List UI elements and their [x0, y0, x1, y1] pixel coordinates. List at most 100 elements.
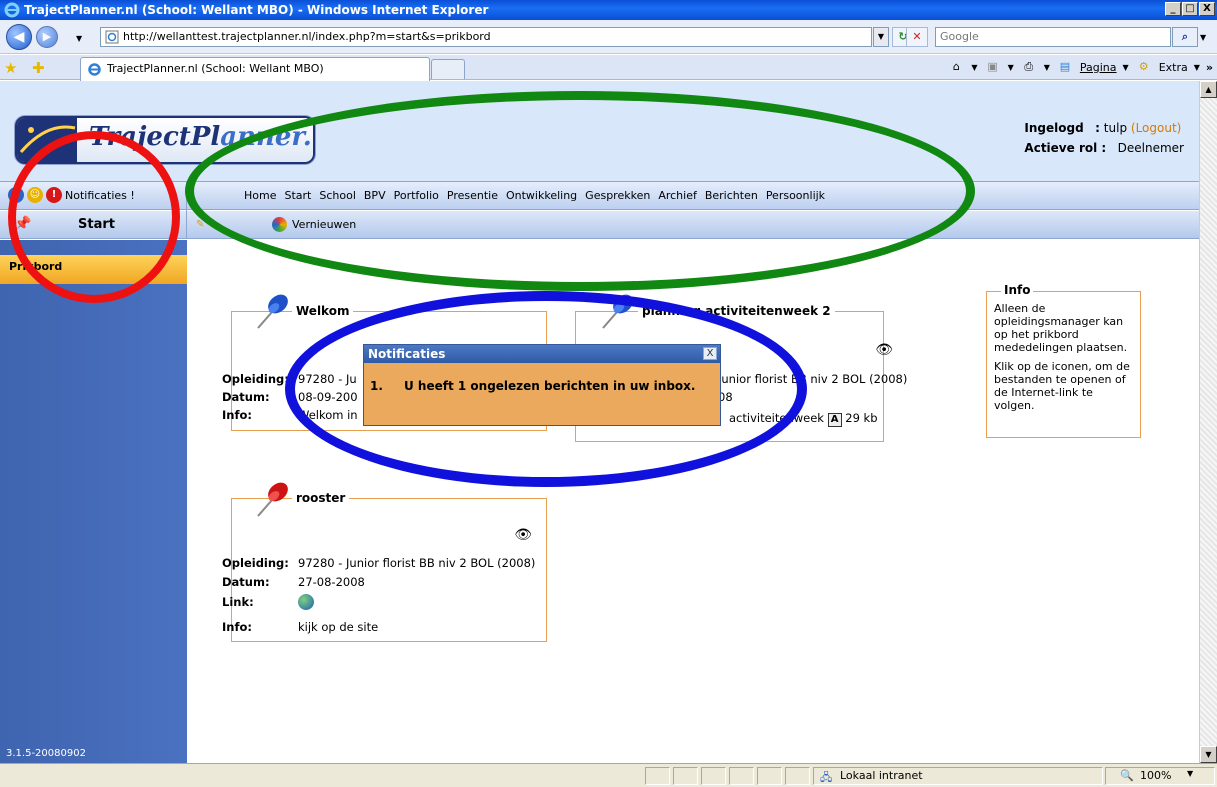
menu-archief[interactable]: Archief — [658, 189, 697, 202]
zoom-icon: 🔍 — [1120, 769, 1134, 782]
logout-link[interactable]: (Logout) — [1131, 121, 1181, 135]
scroll-down-button[interactable]: ▼ — [1200, 746, 1217, 763]
close-window-button[interactable]: X — [1199, 2, 1215, 16]
sidebar: Prikbord 3.1.5-20080902 — [0, 240, 187, 763]
page-menu-icon: ▤ — [1059, 60, 1071, 73]
card-file: activiteitenweek A 29 kb — [729, 411, 878, 427]
action-icon[interactable]: ✎ — [196, 219, 204, 230]
search-options-icon[interactable]: ▼ — [1200, 33, 1206, 42]
menu-start[interactable]: Start — [284, 189, 311, 202]
print-dropdown-icon[interactable]: ▼ — [1044, 63, 1050, 72]
feeds-dropdown-icon[interactable]: ▼ — [1008, 63, 1014, 72]
address-input[interactable]: http://wellanttest.trajectplanner.nl/ind… — [100, 27, 872, 47]
menu-bar: Home Start School BPV Portfolio Presenti… — [244, 189, 825, 202]
vertical-scrollbar[interactable]: ▲ ▼ — [1199, 81, 1217, 763]
trajectplanner-logo[interactable]: TrajectPlanner.nl — [15, 116, 315, 164]
status-cell — [673, 767, 698, 785]
menu-berichten[interactable]: Berichten — [705, 189, 758, 202]
search-input[interactable]: Google — [935, 27, 1171, 47]
feeds-icon[interactable]: ▣ — [984, 58, 1002, 76]
status-cell — [645, 767, 670, 785]
forward-button[interactable]: ▶ — [36, 26, 58, 48]
users-icon[interactable]: ☺ — [27, 187, 43, 203]
logo-swoosh-icon — [19, 125, 76, 153]
card-opleiding: Junior florist BB niv 2 BOL (2008) — [718, 372, 908, 386]
tab-label: TrajectPlanner.nl (School: Wellant MBO) — [107, 62, 324, 75]
login-info: Ingelogd : tulp (Logout) Actieve rol : D… — [1024, 121, 1184, 155]
page-dropdown-icon[interactable]: ▼ — [1123, 63, 1129, 72]
zoom-level[interactable]: 100% — [1140, 769, 1171, 782]
status-cell — [701, 767, 726, 785]
home-dropdown-icon[interactable]: ▼ — [971, 63, 977, 72]
file-link[interactable]: activiteitenweek — [729, 411, 824, 425]
menu-bpv[interactable]: BPV — [364, 189, 386, 202]
home-icon[interactable]: ⌂ — [947, 58, 965, 76]
help-icon[interactable]: ? — [8, 187, 24, 203]
card-title: Welkom — [292, 304, 354, 318]
address-url: http://wellanttest.trajectplanner.nl/ind… — [123, 30, 491, 43]
card-datum: Datum: 08-09-200 — [222, 390, 358, 404]
card-title: rooster — [292, 491, 350, 505]
red-pushpin-icon — [257, 482, 288, 517]
favorites-star-icon[interactable]: ★ — [4, 59, 17, 77]
tab-trajectplanner[interactable]: TrajectPlanner.nl (School: Wellant MBO) — [80, 57, 430, 81]
address-dropdown-button[interactable]: ▼ — [873, 27, 889, 47]
eye-view-icon[interactable]: 👁 — [514, 527, 532, 543]
main-nav: ? ☺ ! Notificaties ! Home Start School B… — [0, 181, 1199, 211]
globe-link-icon[interactable] — [298, 594, 314, 610]
address-bar-row: ◀ ▶ ▼ http://wellanttest.trajectplanner.… — [0, 20, 1217, 54]
role-label: Actieve rol : — [1024, 141, 1107, 155]
menu-persoonlijk[interactable]: Persoonlijk — [766, 189, 825, 202]
blue-pushpin-icon — [257, 294, 288, 329]
back-button[interactable]: ◀ — [6, 24, 32, 50]
alert-icon[interactable]: ! — [46, 187, 62, 203]
status-cell — [729, 767, 754, 785]
card-opleiding: Opleiding: 97280 - Ju — [222, 372, 357, 386]
add-favorite-icon[interactable]: ✚ — [32, 59, 45, 77]
tools-menu-button[interactable]: Extra — [1159, 61, 1188, 74]
zoom-dropdown-icon[interactable]: ▼ — [1187, 769, 1193, 778]
username: tulp — [1103, 121, 1128, 135]
history-dropdown-icon[interactable]: ▼ — [76, 34, 82, 43]
popup-message[interactable]: 1. U heeft 1 ongelezen berichten in uw in… — [370, 379, 695, 393]
print-icon[interactable]: ⎙ — [1020, 58, 1038, 76]
logged-in-label: Ingelogd — [1024, 121, 1084, 135]
new-tab-button[interactable] — [431, 59, 465, 79]
site-header: TrajectPlanner.nl Ingelogd : tulp (Logou… — [0, 81, 1199, 181]
menu-school[interactable]: School — [319, 189, 356, 202]
menu-gesprekken[interactable]: Gesprekken — [585, 189, 650, 202]
refresh-label: Vernieuwen — [292, 218, 357, 231]
page-menu-button[interactable]: Pagina — [1080, 61, 1117, 74]
blue-pushpin-icon — [602, 294, 633, 329]
refresh-button[interactable]: Vernieuwen — [272, 217, 356, 232]
maximize-button[interactable]: □ — [1182, 2, 1198, 16]
card-info: Info: kijk op de site — [222, 620, 379, 634]
page-viewport: TrajectPlanner.nl Ingelogd : tulp (Logou… — [0, 81, 1199, 763]
toolbar-overflow-icon[interactable]: » — [1206, 61, 1213, 74]
pdf-file-icon[interactable]: A — [827, 413, 842, 427]
window-title-bar[interactable]: TrajectPlanner.nl (School: Wellant MBO) … — [0, 0, 1217, 20]
ie-page-icon — [88, 63, 101, 76]
pin-icon: 📌 — [14, 216, 32, 232]
version-label: 3.1.5-20080902 — [6, 748, 86, 759]
card-link: Link: — [222, 594, 314, 610]
popup-close-button[interactable]: X — [703, 347, 717, 360]
section-divider — [186, 211, 187, 239]
search-icon[interactable]: ⌕ — [1172, 27, 1198, 47]
eye-view-icon[interactable]: 👁 — [875, 342, 893, 358]
minimize-button[interactable]: _ — [1165, 2, 1181, 16]
menu-portfolio[interactable]: Portfolio — [394, 189, 439, 202]
info-text-2: Klik op de iconen, om de bestanden te op… — [994, 360, 1130, 412]
tools-dropdown-icon[interactable]: ▼ — [1194, 63, 1200, 72]
notification-popup: Notificaties X 1. U heeft 1 ongelezen ber… — [363, 344, 721, 426]
menu-presentie[interactable]: Presentie — [447, 189, 498, 202]
sidebar-item-prikbord[interactable]: Prikbord — [0, 255, 187, 284]
menu-home[interactable]: Home — [244, 189, 276, 202]
stop-icon[interactable]: ✕ — [906, 27, 928, 47]
refresh-globe-icon — [272, 217, 287, 232]
notifications-link[interactable]: Notificaties ! — [65, 189, 135, 202]
card-opleiding: Opleiding: 97280 - Junior florist BB niv … — [222, 556, 536, 570]
scroll-up-button[interactable]: ▲ — [1200, 81, 1217, 98]
menu-ontwikkeling[interactable]: Ontwikkeling — [506, 189, 577, 202]
notification-area: ? ☺ ! Notificaties ! — [8, 187, 135, 203]
